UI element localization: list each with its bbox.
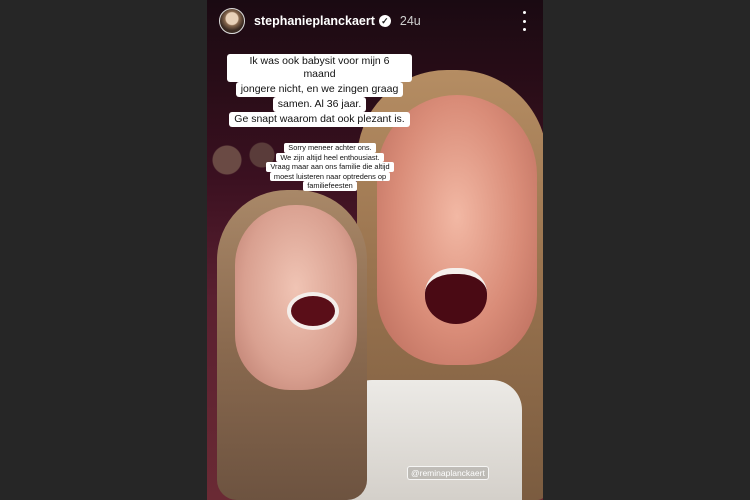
caption-line: jongere nicht, en we zingen graag [235,82,404,97]
person-left-mouth [287,292,339,330]
caption-line: Sorry meneer achter ons. [284,143,376,153]
profile-avatar[interactable] [219,8,245,34]
story-viewer[interactable]: stephanieplanckaert ✓ 24u Ik was ook bab… [207,0,543,500]
caption-line: Vraag maar aan ons familie die altijd [266,162,394,172]
caption-line: We zijn altijd heel enthousiast. [276,152,384,163]
caption-line: moest luisteren naar optredens op [269,171,391,182]
person-right-shirt [342,380,522,500]
more-options-icon[interactable] [519,11,529,31]
caption-line: Ik was ook babysit voor mijn 6 maand [227,54,412,82]
caption-line: Ge snapt waarom dat ook plezant is. [229,112,410,127]
caption-sticker-main: Ik was ook babysit voor mijn 6 maand jon… [227,54,412,127]
verified-badge-icon: ✓ [378,15,391,27]
caption-line: familiefeesten [303,181,357,191]
story-header: stephanieplanckaert ✓ 24u [207,6,543,36]
caption-sticker-secondary: Sorry meneer achter ons. We zijn altijd … [265,143,395,191]
story-timestamp: 24u [399,14,421,28]
mention-tag[interactable]: @reminaplanckaert [407,466,489,480]
username[interactable]: stephanieplanckaert [254,14,375,28]
person-right-mouth [425,268,487,324]
person-right-face [377,95,537,365]
caption-line: samen. Al 36 jaar. [272,97,367,112]
